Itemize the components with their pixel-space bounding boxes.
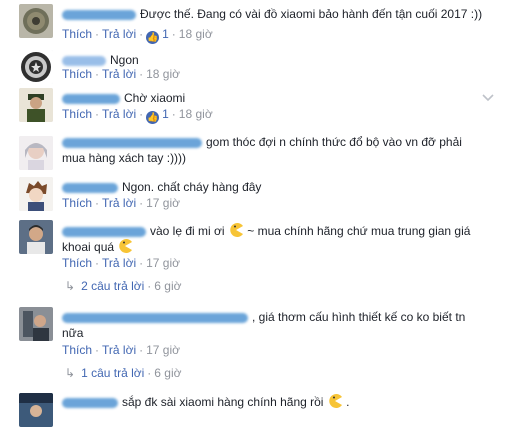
avatar-photo-icon (19, 220, 53, 254)
author-name[interactable] (62, 55, 106, 66)
pacman-emoticon-icon (119, 239, 133, 253)
comment-text-line2: khoai quá (62, 238, 133, 255)
comment-actions: Thích · Trả lời · 18 giờ (62, 67, 180, 81)
avatar[interactable] (19, 4, 53, 38)
like-link[interactable]: Thích (62, 107, 92, 121)
reply-link[interactable]: Trả lời (102, 27, 136, 41)
comment-text: , giá thơm cấu hình thiết kế co ko biết … (62, 309, 465, 325)
view-replies-link[interactable]: ↳ 1 câu trả lời · 6 giờ (65, 365, 182, 381)
comment-actions: Thích · Trả lời · 17 giờ (62, 256, 180, 270)
like-thumb-icon: 👍 (146, 31, 160, 44)
author-name[interactable] (62, 182, 118, 193)
timestamp[interactable]: 17 giờ (146, 343, 180, 357)
like-link[interactable]: Thích (62, 196, 92, 210)
comment-actions: Thích · Trả lời · 17 giờ (62, 196, 180, 210)
avatar[interactable] (19, 220, 53, 254)
timestamp[interactable]: 18 giờ (146, 67, 180, 81)
comment-actions: Thích · Trả lời · 17 giờ (62, 343, 180, 357)
author-name[interactable] (62, 137, 202, 148)
reply-arrow-icon: ↳ (65, 366, 76, 380)
comment-text: vào lẹ đi mi ơi ~ mua chính hãng chứ mua… (62, 222, 470, 239)
avatar-photo-icon (19, 393, 53, 427)
avatar-photo-icon (19, 307, 53, 341)
view-replies-link[interactable]: ↳ 2 câu trả lời · 6 giờ (65, 278, 182, 294)
captain-shield-icon (19, 50, 53, 84)
reply-arrow-icon: ↳ (65, 279, 76, 293)
chevron-down-icon[interactable] (481, 90, 495, 104)
avatar[interactable] (19, 307, 53, 341)
avatar[interactable] (19, 136, 53, 170)
comment-text-line2: mua hàng xách tay :)))) (62, 151, 187, 165)
avatar[interactable] (19, 50, 53, 84)
like-count[interactable]: 1 (162, 27, 169, 41)
reply-link[interactable]: Trả lời (102, 67, 136, 81)
reply-link[interactable]: Trả lời (102, 343, 136, 357)
like-thumb-icon: 👍 (146, 111, 160, 124)
comment-text: Ngon. chất cháy hàng đây (62, 179, 261, 195)
avatar-photo-icon (19, 177, 53, 211)
reply-link[interactable]: Trả lời (102, 196, 136, 210)
avatar[interactable] (19, 177, 53, 211)
pacman-emoticon-icon (329, 394, 342, 408)
author-name[interactable] (62, 9, 136, 20)
avatar-photo-icon (19, 4, 53, 38)
comment-text-line2: nữa (62, 326, 84, 340)
avatar-photo-icon (19, 136, 53, 170)
pacman-emoticon-icon (230, 223, 243, 237)
timestamp[interactable]: 18 giờ (179, 27, 213, 41)
comment-text: gom thóc đợi n chính thức đổ bộ vào vn đ… (62, 134, 462, 150)
avatar[interactable] (19, 393, 53, 427)
comment-text: Chờ xiaomi (62, 90, 185, 106)
avatar-photo-icon (19, 88, 53, 122)
author-name[interactable] (62, 312, 248, 323)
comment-actions: Thích · Trả lời · 👍 1 · 18 giờ (62, 27, 213, 44)
like-count[interactable]: 1 (162, 107, 169, 121)
timestamp[interactable]: 17 giờ (146, 256, 180, 270)
comment-actions: Thích · Trả lời · 👍 1 · 18 giờ (62, 107, 213, 124)
reply-link[interactable]: Trả lời (102, 256, 136, 270)
comment-text: sắp đk sài xiaomi hàng chính hãng rồi . (62, 393, 350, 410)
like-link[interactable]: Thích (62, 27, 92, 41)
like-link[interactable]: Thích (62, 256, 92, 270)
author-name[interactable] (62, 226, 146, 237)
replies-count[interactable]: 1 câu trả lời (81, 366, 144, 380)
reply-link[interactable]: Trả lời (102, 107, 136, 121)
author-name[interactable] (62, 397, 118, 408)
replies-time: 6 giờ (154, 279, 182, 293)
replies-count[interactable]: 2 câu trả lời (81, 279, 144, 293)
comment-text: Được thế. Đang có vài đồ xiaomi bảo hành… (62, 6, 482, 22)
author-name[interactable] (62, 93, 120, 104)
avatar[interactable] (19, 88, 53, 122)
like-link[interactable]: Thích (62, 343, 92, 357)
timestamp[interactable]: 18 giờ (179, 107, 213, 121)
timestamp[interactable]: 17 giờ (146, 196, 180, 210)
replies-time: 6 giờ (154, 366, 182, 380)
like-link[interactable]: Thích (62, 67, 92, 81)
